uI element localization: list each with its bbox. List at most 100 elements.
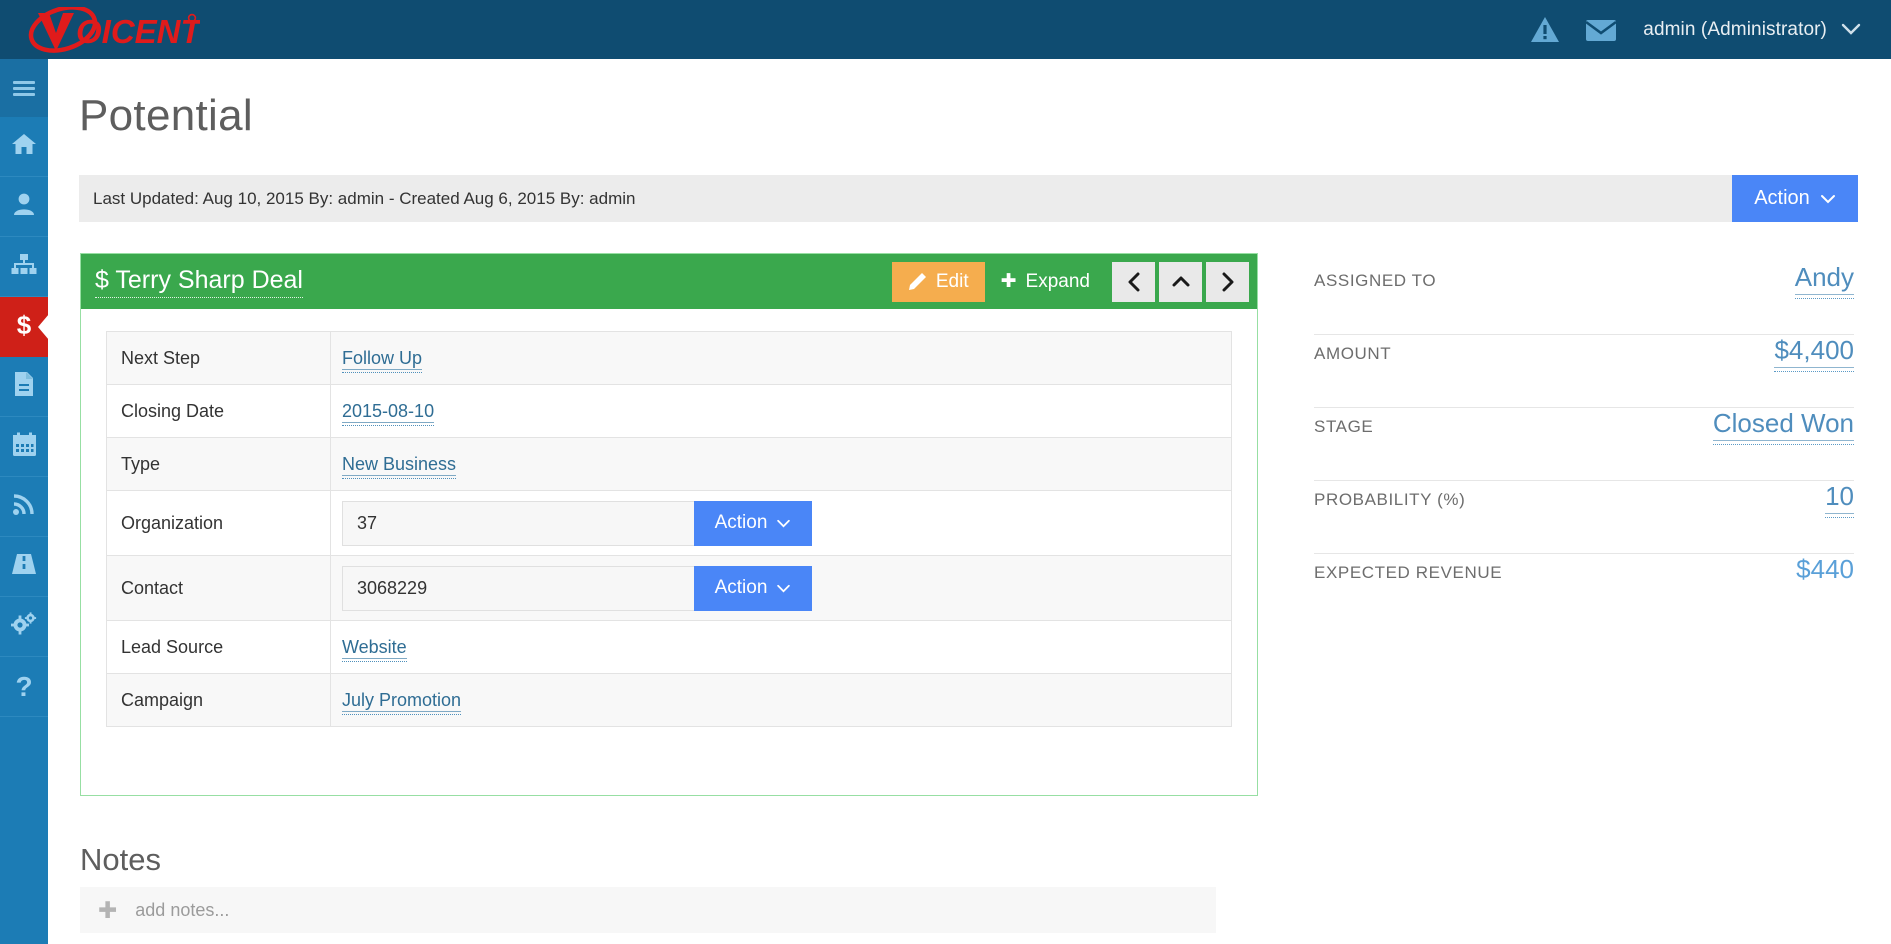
- expected-revenue-value[interactable]: $440: [1796, 554, 1854, 585]
- nav-prev-button[interactable]: [1112, 262, 1155, 302]
- row-value: 2015-08-10: [331, 385, 1232, 438]
- sidebar-item-menu-toggle[interactable]: [0, 59, 48, 117]
- rss-icon: [12, 492, 36, 521]
- deal-card: $ Terry Sharp Deal Edit ✚ Expand: [80, 253, 1258, 796]
- table-row: Contact 3068229 Action: [107, 556, 1232, 621]
- assigned-to-value[interactable]: Andy: [1795, 262, 1854, 295]
- user-icon: [12, 192, 36, 221]
- summary-row-expected-revenue: EXPECTED REVENUE $440: [1314, 554, 1854, 627]
- deal-title[interactable]: $ Terry Sharp Deal: [95, 266, 303, 298]
- page-action-label: Action: [1754, 187, 1810, 210]
- sidebar-item-help[interactable]: ?: [0, 657, 48, 717]
- deal-card-header: $ Terry Sharp Deal Edit ✚ Expand: [81, 254, 1257, 309]
- next-step-link[interactable]: Follow Up: [342, 348, 422, 370]
- summary-row-stage: STAGE Closed Won: [1314, 408, 1854, 481]
- sidebar-item-calendar[interactable]: [0, 417, 48, 477]
- row-label: Organization: [107, 491, 331, 556]
- closing-date-link[interactable]: 2015-08-10: [342, 401, 434, 423]
- type-link[interactable]: New Business: [342, 454, 456, 476]
- deal-details-table: Next Step Follow Up Closing Date 2015-08…: [106, 331, 1232, 727]
- chevron-down-icon: [776, 519, 791, 528]
- top-header-bar: OICENT admin (Administrator): [0, 0, 1891, 59]
- row-label: Campaign: [107, 674, 331, 727]
- edit-button[interactable]: Edit: [892, 262, 985, 302]
- table-row: Closing Date 2015-08-10: [107, 385, 1232, 438]
- sidebar-item-organizations[interactable]: [0, 237, 48, 297]
- chevron-down-icon: [776, 584, 791, 593]
- deal-summary-panel: ASSIGNED TO Andy AMOUNT $4,400 STAGE Clo…: [1314, 262, 1854, 627]
- chevron-down-icon: [1841, 19, 1861, 41]
- summary-row-amount: AMOUNT $4,400: [1314, 335, 1854, 408]
- chevron-up-icon: [1171, 275, 1191, 289]
- row-label: Contact: [107, 556, 331, 621]
- chevron-right-icon: [1221, 272, 1235, 292]
- expand-button-label: Expand: [1026, 271, 1090, 293]
- organization-input[interactable]: 37: [342, 501, 694, 546]
- contact-input[interactable]: 3068229: [342, 566, 694, 611]
- add-note-field[interactable]: ✚ add notes...: [80, 887, 1216, 933]
- sidebar-item-campaigns[interactable]: [0, 537, 48, 597]
- user-account-label: admin (Administrator): [1643, 19, 1827, 41]
- svg-text:OICENT: OICENT: [76, 13, 200, 50]
- row-label: Type: [107, 438, 331, 491]
- sidebar-item-settings[interactable]: [0, 597, 48, 657]
- deal-title-text: Terry Sharp Deal: [115, 266, 303, 294]
- add-note-placeholder: add notes...: [135, 900, 229, 921]
- sidebar-item-documents[interactable]: [0, 357, 48, 417]
- sidebar-item-feed[interactable]: [0, 477, 48, 537]
- row-label: Closing Date: [107, 385, 331, 438]
- row-value: Follow Up: [331, 332, 1232, 385]
- row-label: Lead Source: [107, 621, 331, 674]
- contact-action-button[interactable]: Action: [694, 566, 812, 611]
- voicent-logo[interactable]: OICENT: [0, 0, 200, 59]
- voicent-logo-svg: OICENT: [22, 7, 200, 53]
- envelope-icon[interactable]: [1573, 0, 1629, 59]
- sidebar-item-deals[interactable]: $: [0, 297, 48, 357]
- contact-lookup: 3068229 Action: [342, 566, 812, 611]
- row-value: 3068229 Action: [331, 556, 1232, 621]
- amount-value[interactable]: $4,400: [1774, 335, 1854, 368]
- row-value: New Business: [331, 438, 1232, 491]
- chevron-left-icon: [1127, 272, 1141, 292]
- sidebar-item-home[interactable]: [0, 117, 48, 177]
- page-action-button[interactable]: Action: [1732, 175, 1858, 222]
- pencil-icon: [908, 272, 927, 291]
- table-row: Next Step Follow Up: [107, 332, 1232, 385]
- sitemap-icon: [11, 253, 37, 280]
- edit-button-label: Edit: [936, 271, 969, 293]
- summary-row-assigned-to: ASSIGNED TO Andy: [1314, 262, 1854, 335]
- contact-action-label: Action: [715, 577, 768, 599]
- organization-action-button[interactable]: Action: [694, 501, 812, 546]
- table-row: Campaign July Promotion: [107, 674, 1232, 727]
- row-value: July Promotion: [331, 674, 1232, 727]
- hamburger-icon: [13, 78, 35, 99]
- probability-value[interactable]: 10: [1825, 481, 1854, 514]
- notes-heading: Notes: [80, 842, 161, 878]
- row-label: Next Step: [107, 332, 331, 385]
- svg-text:$: $: [17, 311, 32, 339]
- campaign-link[interactable]: July Promotion: [342, 690, 461, 712]
- left-sidebar: $: [0, 59, 48, 944]
- warning-triangle-icon[interactable]: [1517, 0, 1573, 59]
- lead-source-link[interactable]: Website: [342, 637, 407, 659]
- road-icon: [11, 552, 37, 581]
- plus-icon: ✚: [1001, 270, 1017, 293]
- nav-next-button[interactable]: [1206, 262, 1249, 302]
- user-account-menu[interactable]: admin (Administrator): [1629, 19, 1891, 41]
- plus-icon: ✚: [98, 899, 117, 922]
- summary-key: STAGE: [1314, 417, 1373, 437]
- summary-key: ASSIGNED TO: [1314, 271, 1436, 291]
- calendar-icon: [12, 432, 37, 462]
- record-meta-text: Last Updated: Aug 10, 2015 By: admin - C…: [79, 189, 635, 209]
- summary-key: EXPECTED REVENUE: [1314, 563, 1502, 583]
- main-content: Potential Last Updated: Aug 10, 2015 By:…: [48, 59, 1891, 944]
- stage-value[interactable]: Closed Won: [1713, 408, 1854, 441]
- organization-lookup: 37 Action: [342, 501, 812, 546]
- home-icon: [11, 132, 37, 161]
- sidebar-item-contacts[interactable]: [0, 177, 48, 237]
- page-title: Potential: [48, 59, 1891, 141]
- row-value: 37 Action: [331, 491, 1232, 556]
- dollar-icon: $: [14, 311, 34, 344]
- nav-up-button[interactable]: [1159, 262, 1202, 302]
- expand-button[interactable]: ✚ Expand: [985, 262, 1106, 302]
